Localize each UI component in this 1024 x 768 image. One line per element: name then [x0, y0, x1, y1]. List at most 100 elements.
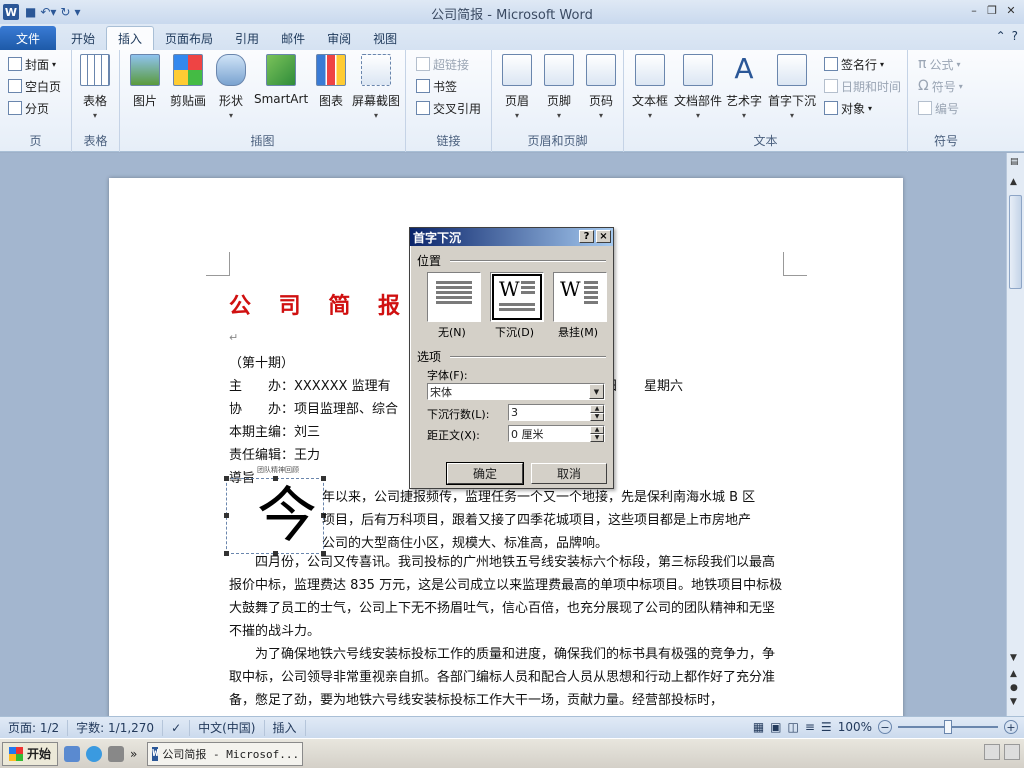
number-button[interactable]: 编号	[918, 98, 959, 118]
chevron-down-icon[interactable]: ▼	[589, 384, 604, 399]
tab-review[interactable]: 审阅	[316, 26, 362, 50]
doc-paragraph-2[interactable]: 四月份，公司又传喜讯。我司投标的广州地铁五号线安装标六个标段，第三标段我们以最高…	[229, 551, 787, 643]
smartart-button[interactable]: SmartArt	[254, 54, 308, 106]
web-layout-view-icon[interactable]: ◫	[788, 720, 799, 734]
cancel-button[interactable]: 取消	[531, 463, 607, 484]
cross-reference-button[interactable]: 交叉引用	[416, 98, 481, 118]
option-label-dropped[interactable]: 下沉(D)	[495, 324, 534, 340]
media-icon[interactable]	[108, 745, 125, 762]
signature-line-button[interactable]: 签名行 ▾	[824, 54, 884, 74]
outline-view-icon[interactable]: ≡	[805, 720, 815, 734]
scroll-down-icon[interactable]: ▼	[1010, 653, 1017, 663]
zoom-slider[interactable]	[898, 720, 998, 734]
start-button[interactable]: 开始	[2, 741, 59, 766]
para-mark-line[interactable]: ↵	[229, 330, 238, 345]
screenshot-button[interactable]: 屏幕截图 ▾	[352, 54, 400, 120]
doc-editor[interactable]: 责任编辑：王力	[229, 444, 320, 463]
lines-spinner[interactable]: ▲ ▼	[590, 405, 604, 421]
doc-host[interactable]: 主 办：XXXXXX 监理有	[229, 375, 391, 394]
save-icon[interactable]: ■	[25, 5, 36, 19]
position-option-none[interactable]	[427, 272, 481, 322]
doc-coorganizer[interactable]: 协 办：项目监理部、综合	[229, 398, 398, 417]
tray-network-icon[interactable]	[1004, 744, 1020, 760]
lines-to-drop-input[interactable]: 3 ▲ ▼	[508, 404, 605, 421]
doc-p1-line2[interactable]: 项目，后有万科项目，跟着又接了四季花城项目，这些项目都是上市房地产	[322, 509, 751, 528]
distance-input[interactable]: 0 厘米 ▲ ▼	[508, 425, 605, 442]
previous-page-icon[interactable]: ▲	[1010, 669, 1017, 679]
show-desktop-icon[interactable]	[64, 745, 81, 762]
scroll-thumb[interactable]	[1009, 195, 1022, 289]
next-page-icon[interactable]: ▼	[1010, 697, 1017, 707]
bookmark-button[interactable]: 书签	[416, 76, 457, 96]
symbol-button[interactable]: Ω 符号 ▾	[918, 76, 963, 96]
quick-parts-button[interactable]: 文档部件 ▾	[674, 54, 722, 120]
footer-button[interactable]: 页脚 ▾	[544, 54, 574, 120]
close-icon[interactable]: ✕	[1002, 2, 1020, 18]
ruler-toggle-icon[interactable]: ▤	[1010, 157, 1019, 167]
word-app-icon[interactable]: W	[3, 4, 19, 20]
drop-cap-frame[interactable]: 今	[224, 476, 326, 556]
dialog-close-icon[interactable]: ×	[596, 230, 611, 243]
doc-title[interactable]: 公 司 简 报	[229, 288, 410, 320]
position-option-dropped[interactable]: W	[490, 272, 544, 322]
tab-mailings[interactable]: 邮件	[270, 26, 316, 50]
zoom-slider-knob[interactable]	[944, 720, 952, 734]
status-language[interactable]: 中文(中国)	[190, 719, 265, 736]
page-number-button[interactable]: 页码 ▾	[586, 54, 616, 120]
drop-cap-button[interactable]: 首字下沉 ▾	[768, 54, 816, 120]
date-time-button[interactable]: 日期和时间	[824, 76, 901, 96]
tab-view[interactable]: 视图	[362, 26, 408, 50]
minimize-icon[interactable]: –	[966, 2, 982, 18]
clipart-button[interactable]: 剪贴画	[170, 54, 206, 109]
chart-button[interactable]: 图表	[316, 54, 346, 109]
zoom-out-icon[interactable]: −	[878, 720, 892, 734]
doc-p1-line3[interactable]: 公司的大型商住小区，规模大、标准高，品牌响。	[322, 532, 608, 551]
shapes-button[interactable]: 形状 ▾	[216, 54, 246, 120]
more-quicklaunch-icon[interactable]: »	[130, 747, 137, 761]
taskbar-word-window[interactable]: W 公司简报 - Microsof...	[147, 741, 304, 766]
print-layout-view-icon[interactable]: ▦	[753, 720, 764, 734]
resize-handle[interactable]	[321, 476, 326, 481]
status-word-count[interactable]: 字数: 1/1,270	[68, 719, 164, 736]
header-button[interactable]: 页眉 ▾	[502, 54, 532, 120]
tab-references[interactable]: 引用	[224, 26, 270, 50]
redo-icon[interactable]: ↻	[60, 5, 70, 19]
resize-handle[interactable]	[224, 476, 229, 481]
option-label-none[interactable]: 无(N)	[438, 324, 466, 340]
doc-editor-in-chief[interactable]: 本期主编：刘三	[229, 421, 320, 440]
zoom-level[interactable]: 100%	[838, 720, 872, 734]
object-button[interactable]: 对象 ▾	[824, 98, 872, 118]
scroll-up-icon[interactable]: ▲	[1010, 177, 1017, 187]
doc-host-tail[interactable]: 日 星期六	[605, 375, 683, 394]
resize-handle[interactable]	[273, 476, 278, 481]
picture-button[interactable]: 图片	[130, 54, 160, 109]
page-break-button[interactable]: 分页	[8, 98, 49, 118]
wordart-button[interactable]: A 艺术字 ▾	[726, 54, 762, 121]
distance-spinner[interactable]: ▲ ▼	[590, 426, 604, 442]
cover-page-button[interactable]: 封面 ▾	[8, 54, 56, 74]
ok-button[interactable]: 确定	[446, 462, 524, 485]
minimize-ribbon-icon[interactable]: ⌃	[996, 29, 1006, 43]
blank-page-button[interactable]: 空白页	[8, 76, 61, 96]
status-page[interactable]: 页面: 1/2	[0, 719, 69, 736]
browse-object-icon[interactable]: ●	[1010, 683, 1018, 693]
option-label-margin[interactable]: 悬挂(M)	[558, 324, 598, 340]
restore-icon[interactable]: ❐	[984, 2, 1000, 18]
zoom-in-icon[interactable]: +	[1004, 720, 1018, 734]
drop-cap-letter[interactable]: 今	[257, 483, 317, 549]
draft-view-icon[interactable]: ☰	[821, 720, 832, 734]
internet-explorer-icon[interactable]	[86, 745, 103, 762]
dialog-help-icon[interactable]: ?	[579, 230, 594, 243]
customize-qat-icon[interactable]: ▾	[74, 5, 80, 19]
tray-keyboard-icon[interactable]	[984, 744, 1000, 760]
tab-page-layout[interactable]: 页面布局	[154, 26, 224, 50]
drop-cap-dialog[interactable]: 首字下沉 ? × 位置 W W 无(N) 下沉(D) 悬挂(M) 选项 字体(F…	[409, 227, 614, 489]
status-insert-mode[interactable]: 插入	[265, 719, 306, 736]
vertical-scrollbar[interactable]: ▤ ▲ ▼ ▲ ● ▼	[1006, 153, 1024, 716]
hyperlink-button[interactable]: 超链接	[416, 54, 469, 74]
undo-icon[interactable]: ↶▾	[40, 5, 56, 19]
doc-paragraph-3[interactable]: 为了确保地铁六号线安装标投标工作的质量和进度，确保我们的标书具有极强的竞争力，争…	[229, 643, 787, 712]
resize-handle[interactable]	[224, 513, 229, 518]
equation-button[interactable]: π 公式 ▾	[918, 54, 960, 74]
table-button[interactable]: 表格 ▾	[80, 54, 110, 120]
